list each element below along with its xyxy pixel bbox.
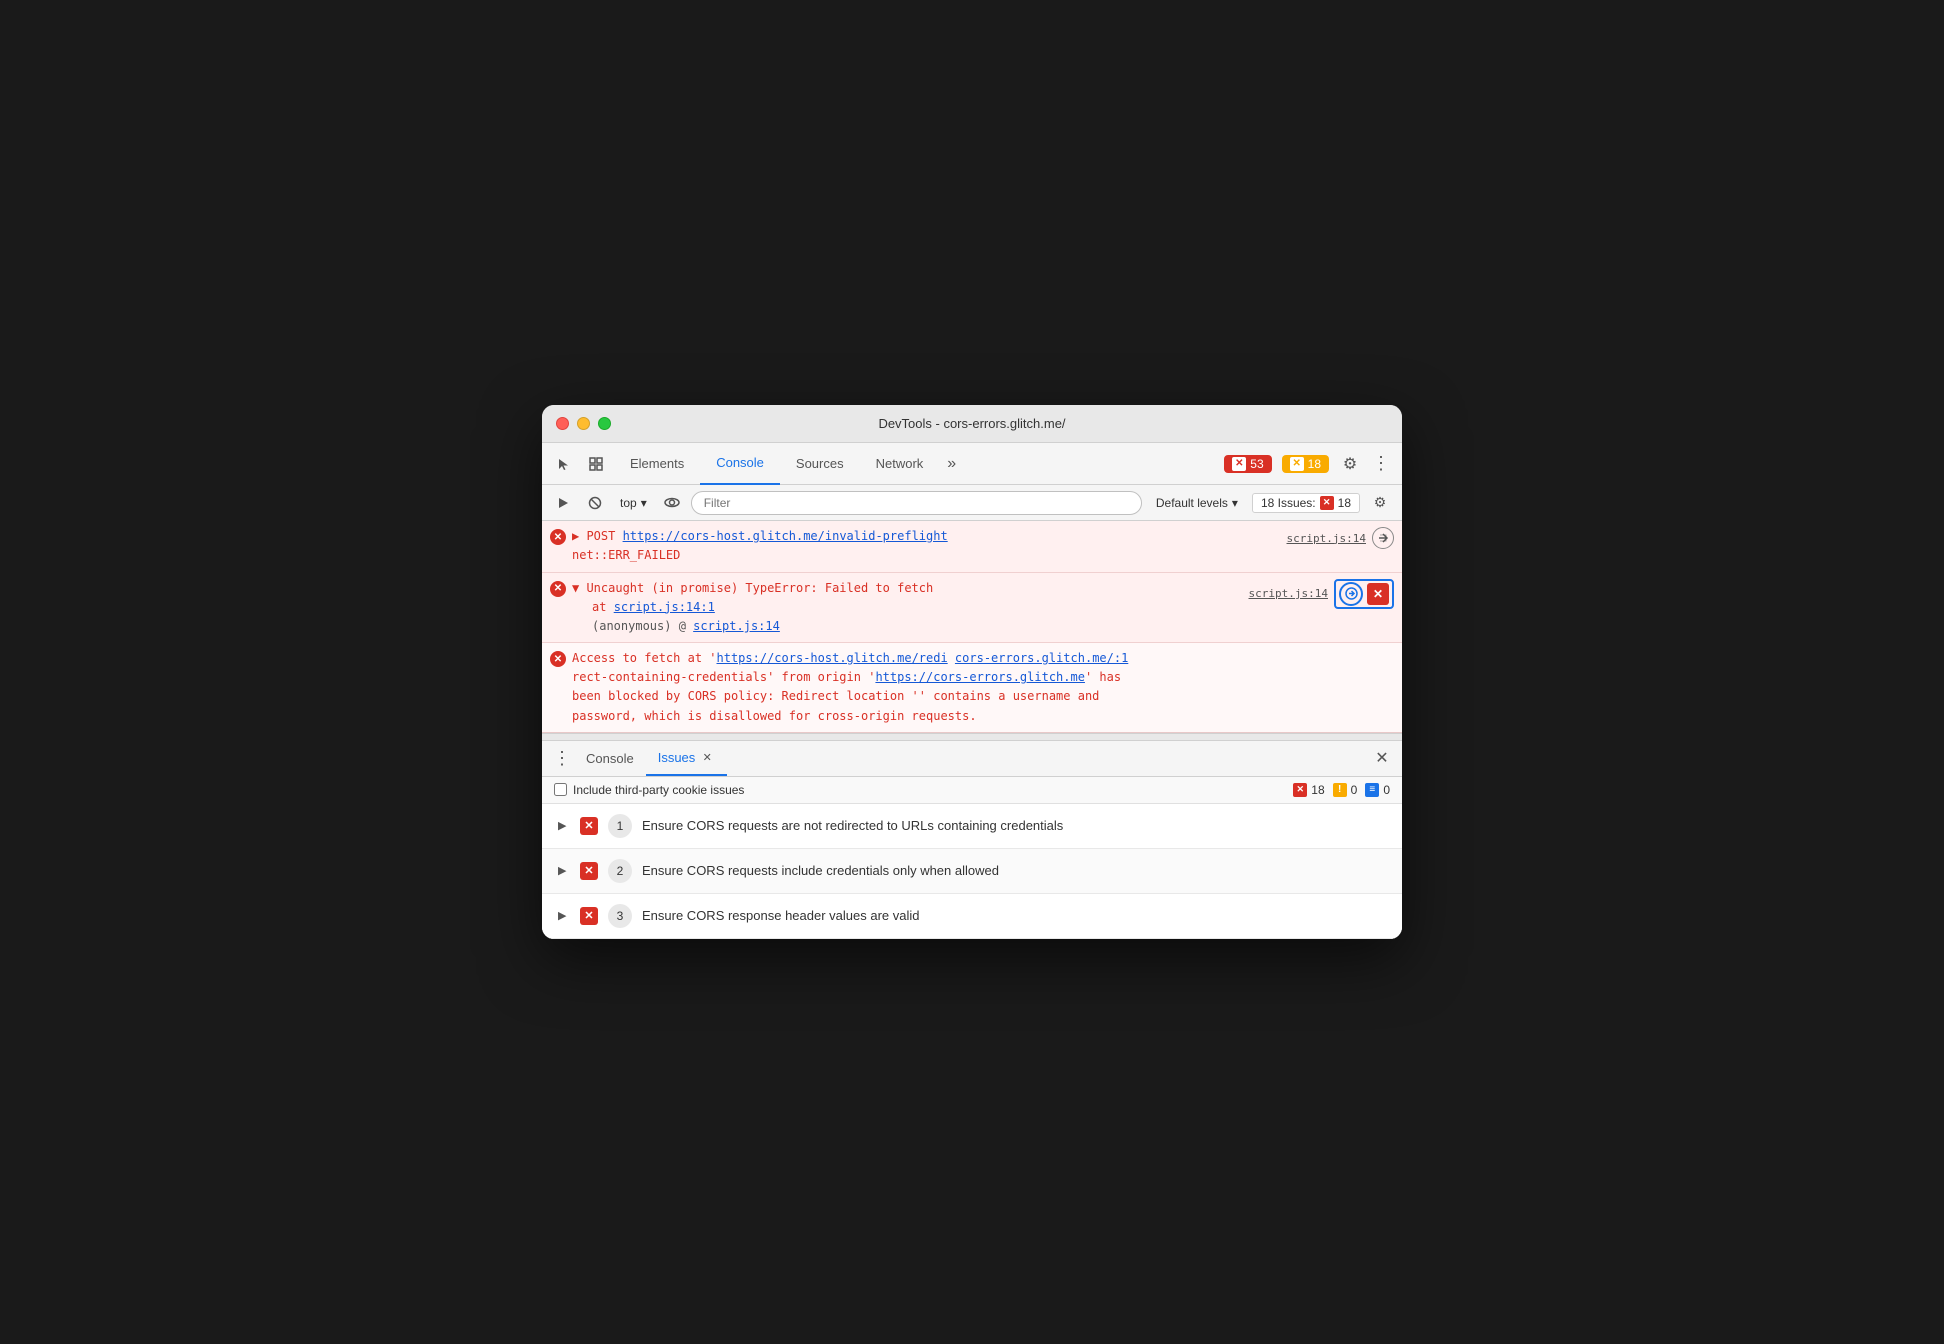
issue-info-count: ≡ 0 [1365, 783, 1390, 797]
third-party-cookie-checkbox[interactable] [554, 783, 567, 796]
titlebar: DevTools - cors-errors.glitch.me/ [542, 405, 1402, 443]
cors-line1: Access to fetch at 'https://cors-host.gl… [572, 649, 1394, 668]
more-tabs-button[interactable]: » [939, 443, 964, 485]
expand-arrow-2[interactable]: ▶ [558, 864, 570, 877]
cors-url-link[interactable]: https://cors-host.glitch.me/redi [717, 651, 948, 665]
issue-number-2: 2 [608, 859, 632, 883]
issue-info-icon: ≡ [1365, 783, 1379, 797]
cors-line3: been blocked by CORS policy: Redirect lo… [572, 687, 1394, 706]
cursor-icon[interactable] [550, 450, 578, 478]
traffic-lights [556, 417, 611, 430]
issue-row-2[interactable]: ▶ ✕ 2 Ensure CORS requests include crede… [542, 849, 1402, 894]
console-row-2-content: ▼ Uncaught (in promise) TypeError: Faile… [572, 579, 1241, 637]
console-row-typeerror: ✕ ▼ Uncaught (in promise) TypeError: Fai… [542, 573, 1402, 644]
play-icon[interactable] [550, 490, 576, 516]
error-x-icon: ✕ [1232, 457, 1246, 471]
dismiss-error-button[interactable]: ✕ [1367, 583, 1389, 605]
post-error-line2: net::ERR_FAILED [572, 546, 1279, 565]
inspect-icon[interactable] [582, 450, 610, 478]
bottom-more-options-icon[interactable]: ⋮ [550, 746, 574, 770]
error-icon-2: ✕ [550, 581, 566, 597]
tab-bar: Elements Console Sources Network » [614, 443, 964, 485]
issue-err-badge-1: ✕ [580, 817, 598, 835]
console-row-cors-error: ✕ Access to fetch at 'https://cors-host.… [542, 643, 1402, 733]
console-row-1-content: ▶ POST https://cors-host.glitch.me/inval… [572, 527, 1279, 565]
script-at-link[interactable]: script.js:14:1 [614, 600, 715, 614]
eye-icon[interactable] [659, 490, 685, 516]
issue-number-1: 1 [608, 814, 632, 838]
issue-error-count: ✕ 18 [1293, 783, 1324, 797]
issues-count-summary: ✕ 18 ! 0 ≡ 0 [1293, 783, 1390, 797]
console-settings-icon[interactable]: ⚙ [1366, 489, 1394, 517]
block-icon[interactable] [582, 490, 608, 516]
script-link-2[interactable]: script.js:14 [1249, 587, 1328, 600]
tab-console[interactable]: Console [700, 443, 780, 485]
error-icon-1: ✕ [550, 529, 566, 545]
issue-row-1[interactable]: ▶ ✕ 1 Ensure CORS requests are not redir… [542, 804, 1402, 849]
issue-number-3: 3 [608, 904, 632, 928]
issue-warn-icon: ! [1333, 783, 1347, 797]
tab-bottom-issues[interactable]: Issues ✕ [646, 740, 728, 776]
devtools-window: DevTools - cors-errors.glitch.me/ Elemen… [542, 405, 1402, 939]
maximize-button[interactable] [598, 417, 611, 430]
close-button[interactable] [556, 417, 569, 430]
console-row-post-error: ✕ ▶ POST https://cors-host.glitch.me/inv… [542, 521, 1402, 572]
console-row-3-content: Access to fetch at 'https://cors-host.gl… [572, 649, 1394, 726]
anonymous-link[interactable]: script.js:14 [693, 619, 780, 633]
typeerror-line1: ▼ Uncaught (in promise) TypeError: Faile… [572, 579, 1241, 598]
console-content: ✕ ▶ POST https://cors-host.glitch.me/inv… [542, 521, 1402, 733]
dropdown-arrow-icon: ▾ [641, 496, 647, 510]
cors-line4: password, which is disallowed for cross-… [572, 707, 1394, 726]
issue-text-2: Ensure CORS requests include credentials… [642, 863, 999, 878]
issues-toolbar: Include third-party cookie issues ✕ 18 !… [542, 777, 1402, 804]
third-party-cookie-checkbox-label[interactable]: Include third-party cookie issues [554, 783, 744, 797]
issue-err-icon: ✕ [1293, 783, 1307, 797]
issue-warn-count: ! 0 [1333, 783, 1358, 797]
issues-error-icon: ✕ [1320, 496, 1334, 510]
cors-source-link[interactable]: cors-errors.glitch.me/:1 [955, 651, 1128, 665]
cors-origin-link[interactable]: https://cors-errors.glitch.me [875, 670, 1085, 684]
warning-x-icon: ✕ [1290, 457, 1304, 471]
navigate-icon-1[interactable] [1372, 527, 1394, 549]
circle-arrow-icon[interactable] [1339, 582, 1363, 606]
minimize-button[interactable] [577, 417, 590, 430]
issue-row-3[interactable]: ▶ ✕ 3 Ensure CORS response header values… [542, 894, 1402, 939]
more-options-icon[interactable]: ⋮ [1368, 453, 1394, 474]
row1-right: script.js:14 [1287, 527, 1394, 549]
settings-icon[interactable]: ⚙ [1336, 450, 1364, 478]
typeerror-line2: at script.js:14:1 [572, 598, 1241, 617]
tab-network[interactable]: Network [860, 443, 940, 485]
bottom-panel: ⋮ Console Issues ✕ ✕ Include third-party… [542, 741, 1402, 939]
context-selector[interactable]: top ▾ [614, 494, 653, 512]
issue-err-badge-3: ✕ [580, 907, 598, 925]
typeerror-line3: (anonymous) @ script.js:14 [572, 617, 1241, 636]
close-issues-tab-button[interactable]: ✕ [699, 749, 715, 765]
console-toolbar: top ▾ Default levels ▾ 18 Issues: ✕ 18 ⚙ [542, 485, 1402, 521]
window-title: DevTools - cors-errors.glitch.me/ [878, 416, 1065, 431]
expand-arrow-1[interactable]: ▶ [558, 819, 570, 832]
log-levels-dropdown[interactable]: Default levels ▾ [1148, 494, 1246, 512]
tab-bottom-console[interactable]: Console [574, 740, 646, 776]
main-toolbar: Elements Console Sources Network » ✕ 53 … [542, 443, 1402, 485]
expand-arrow-3[interactable]: ▶ [558, 909, 570, 922]
issue-text-1: Ensure CORS requests are not redirected … [642, 818, 1063, 833]
bottom-tab-bar: ⋮ Console Issues ✕ ✕ [542, 741, 1402, 777]
issue-err-badge-2: ✕ [580, 862, 598, 880]
issues-count-badge[interactable]: 18 Issues: ✕ 18 [1252, 493, 1360, 513]
warning-count-badge[interactable]: ✕ 18 [1282, 455, 1329, 473]
filter-input[interactable] [691, 491, 1142, 515]
post-error-line1: ▶ POST https://cors-host.glitch.me/inval… [572, 527, 1279, 546]
close-bottom-panel-button[interactable]: ✕ [1370, 746, 1394, 770]
post-url-link[interactable]: https://cors-host.glitch.me/invalid-pref… [623, 529, 948, 543]
issue-text-3: Ensure CORS response header values are v… [642, 908, 919, 923]
tab-elements[interactable]: Elements [614, 443, 700, 485]
tab-sources[interactable]: Sources [780, 443, 860, 485]
row2-right: script.js:14 ✕ [1249, 579, 1394, 609]
levels-arrow-icon: ▾ [1232, 496, 1238, 510]
cors-line2: rect-containing-credentials' from origin… [572, 668, 1394, 687]
script-link-1[interactable]: script.js:14 [1287, 532, 1366, 545]
error-count-badge[interactable]: ✕ 53 [1224, 455, 1271, 473]
error-icon-3: ✕ [550, 651, 566, 667]
highlighted-action-box: ✕ [1334, 579, 1394, 609]
